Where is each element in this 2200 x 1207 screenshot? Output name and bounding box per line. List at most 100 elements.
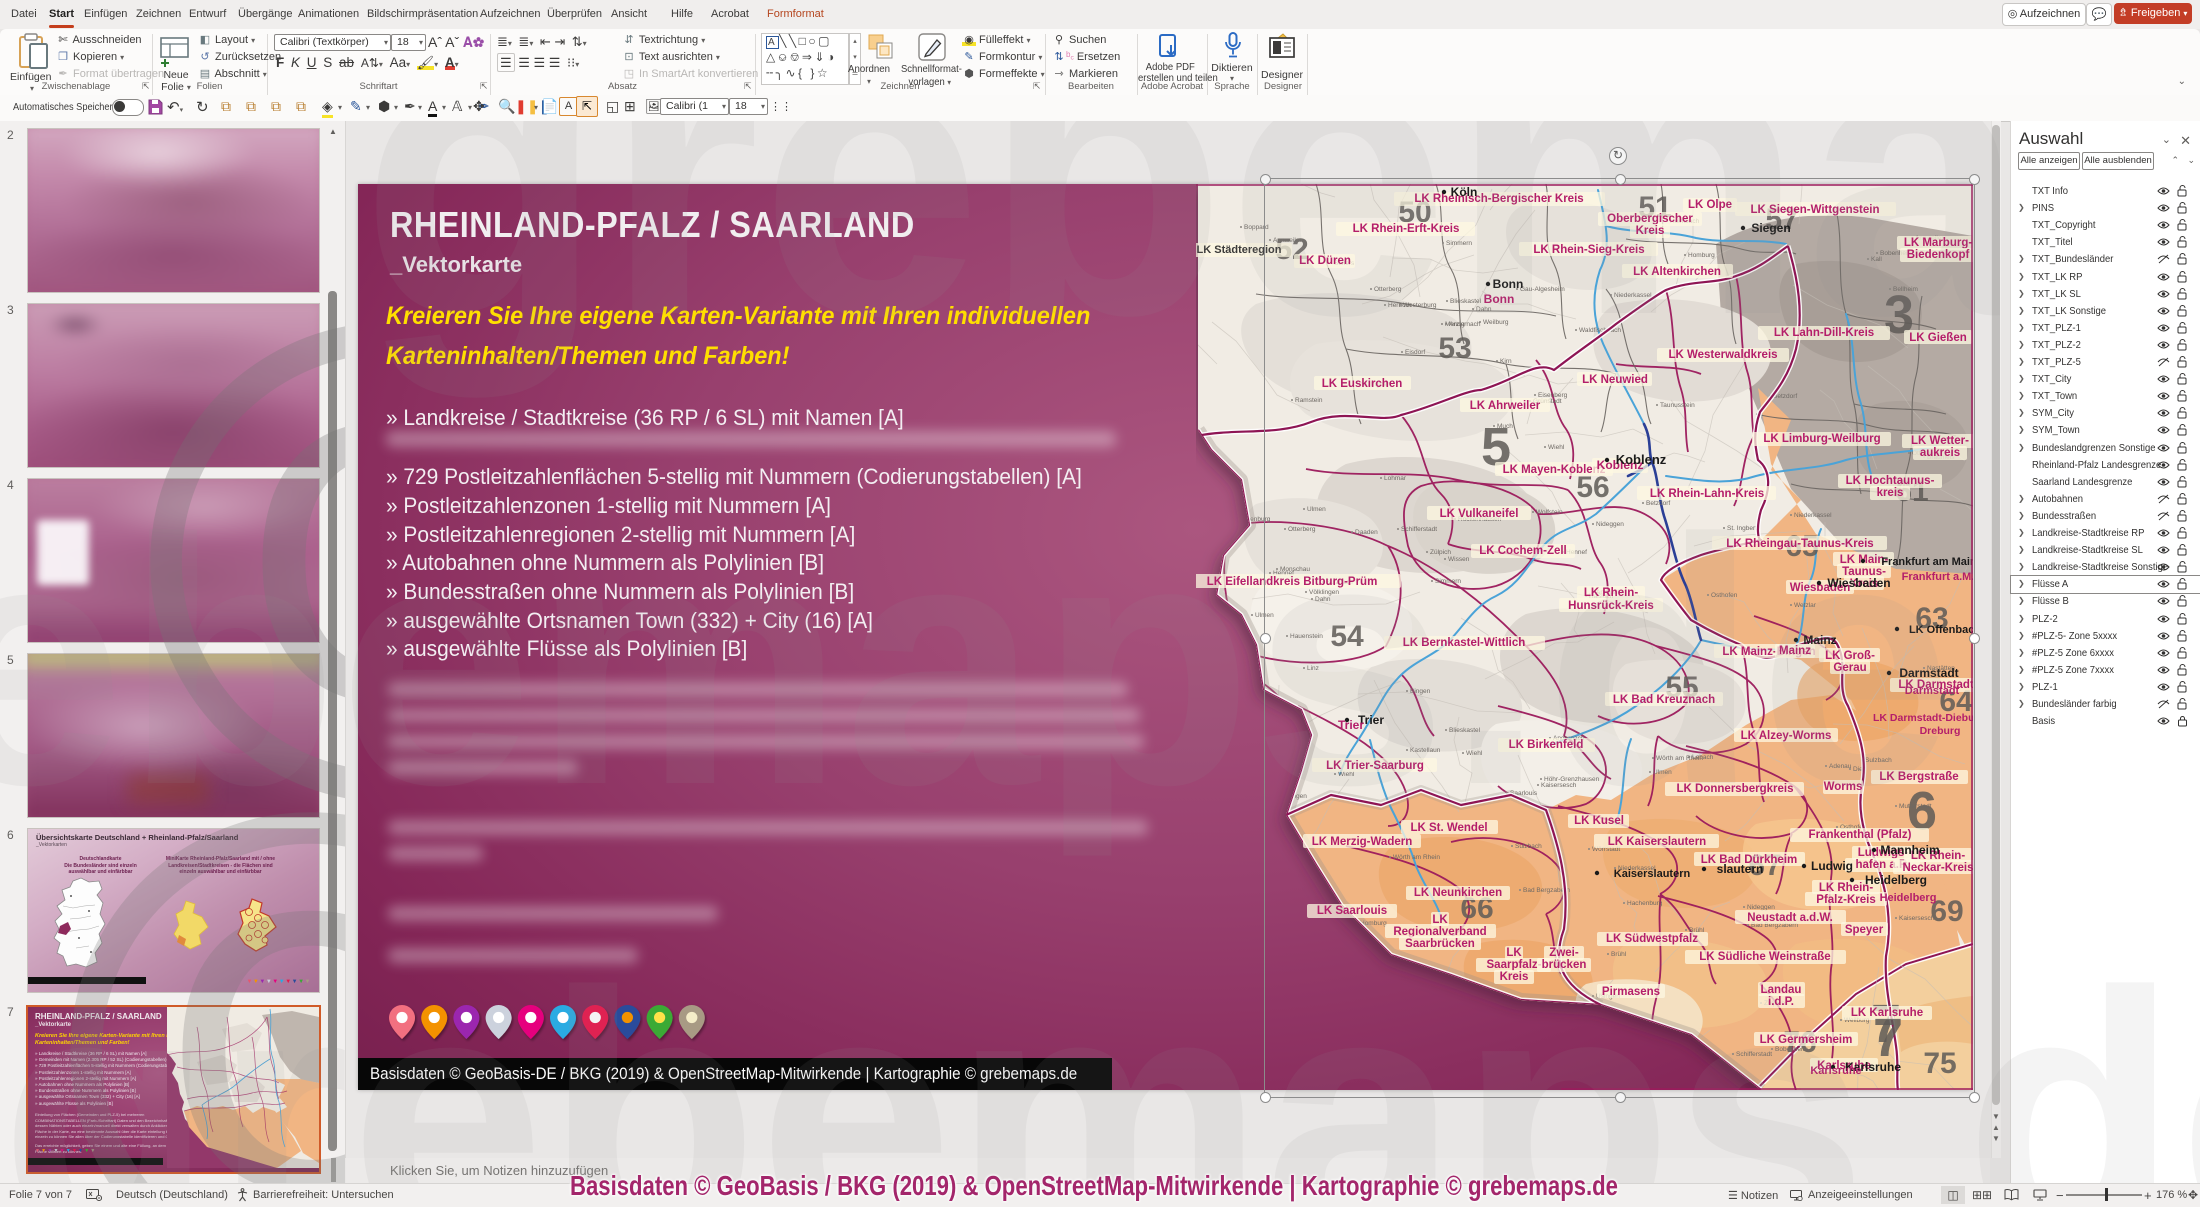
svg-text:LK Kusel: LK Kusel xyxy=(1574,815,1624,827)
svg-text:Weilburg: Weilburg xyxy=(1483,319,1509,326)
svg-text:Dahn: Dahn xyxy=(1315,596,1331,603)
svg-text:Linz: Linz xyxy=(1307,665,1319,672)
svg-text:Worms: Worms xyxy=(1824,781,1863,793)
svg-text:Speyer: Speyer xyxy=(1845,924,1884,936)
svg-text:Weilburg: Weilburg xyxy=(1628,1063,1654,1070)
svg-text:Kall: Kall xyxy=(1871,256,1882,263)
svg-text:LK Darmstadt-Dieburg: LK Darmstadt-Dieburg xyxy=(1873,712,1973,724)
svg-text:Trier: Trier xyxy=(1338,718,1364,732)
svg-text:Saarpfalz-: Saarpfalz- xyxy=(1487,959,1542,971)
svg-text:Niederkassel: Niederkassel xyxy=(1614,292,1652,299)
svg-text:Zülpich: Zülpich xyxy=(1430,549,1451,556)
svg-text:LK Vulkaneifel: LK Vulkaneifel xyxy=(1440,508,1519,520)
svg-text:Ramstein: Ramstein xyxy=(1295,397,1323,404)
svg-text:LK Limburg-Weilburg: LK Limburg-Weilburg xyxy=(1763,433,1880,445)
svg-text:Pirmasens: Pirmasens xyxy=(1602,986,1660,998)
svg-text:Brühl: Brühl xyxy=(1611,951,1627,958)
svg-text:Braunfels: Braunfels xyxy=(1215,955,1243,962)
svg-text:kreis: kreis xyxy=(1877,487,1904,499)
svg-text:LK Bergstraße: LK Bergstraße xyxy=(1879,771,1958,783)
svg-text:LK Rhein-Lahn-Kreis: LK Rhein-Lahn-Kreis xyxy=(1650,488,1764,500)
svg-text:Dreburg: Dreburg xyxy=(1920,725,1961,737)
svg-text:Wörth am Rhein: Wörth am Rhein xyxy=(1393,854,1440,861)
svg-text:75: 75 xyxy=(1923,1047,1956,1080)
svg-text:Edenkoben: Edenkoben xyxy=(1257,914,1290,921)
svg-text:LK Städteregion: LK Städteregion xyxy=(1197,244,1282,256)
svg-text:Wörth am Rhein: Wörth am Rhein xyxy=(1656,755,1703,762)
svg-text:Blieskastel: Blieskastel xyxy=(1449,727,1481,734)
svg-text:Dahn: Dahn xyxy=(1476,306,1492,313)
svg-text:LK Merzig-Wadern: LK Merzig-Wadern xyxy=(1312,836,1413,848)
svg-text:Bonn: Bonn xyxy=(1484,292,1515,306)
svg-text:Oberbergischer: Oberbergischer xyxy=(1607,213,1693,225)
svg-text:Merzig: Merzig xyxy=(1445,321,1465,328)
svg-text:LK: LK xyxy=(1506,947,1522,959)
svg-text:Eisenberg: Eisenberg xyxy=(1538,392,1568,399)
svg-text:Heidelberg: Heidelberg xyxy=(1865,873,1927,887)
svg-text:Kaisersesch: Kaisersesch xyxy=(1541,782,1577,789)
svg-text:LK Bad Kreuznach: LK Bad Kreuznach xyxy=(1613,694,1715,706)
svg-text:aukreis: aukreis xyxy=(1920,447,1960,459)
svg-text:Bonn: Bonn xyxy=(1493,277,1524,291)
svg-text:LK Trier-Saarburg: LK Trier-Saarburg xyxy=(1326,760,1424,772)
svg-text:7: 7 xyxy=(1873,1008,1903,1068)
svg-text:Koblenz: Koblenz xyxy=(1616,452,1667,467)
svg-text:Otterberg: Otterberg xyxy=(1374,286,1402,293)
svg-text:Sulzbach: Sulzbach xyxy=(1865,757,1892,764)
svg-text:Kreis: Kreis xyxy=(1500,971,1529,983)
svg-text:Zwei-: Zwei- xyxy=(1549,947,1579,959)
svg-text:Betzdorf: Betzdorf xyxy=(1646,500,1670,507)
svg-text:Blieskastel: Blieskastel xyxy=(1450,298,1482,305)
svg-text:Darmstadt: Darmstadt xyxy=(1899,666,1958,680)
svg-text:Hachenburg: Hachenburg xyxy=(1627,900,1663,907)
svg-text:LK Euskirchen: LK Euskirchen xyxy=(1322,378,1403,390)
svg-text:Frankfurt am Main: Frankfurt am Main xyxy=(1881,556,1973,568)
svg-text:Wiehl: Wiehl xyxy=(1548,444,1565,451)
svg-text:Schifferstadt: Schifferstadt xyxy=(1736,1051,1772,1058)
svg-text:LK Germersheim: LK Germersheim xyxy=(1760,1034,1853,1046)
svg-text:LK St. Wendel: LK St. Wendel xyxy=(1410,822,1487,834)
svg-text:Lohmar: Lohmar xyxy=(1384,475,1407,482)
svg-text:54: 54 xyxy=(1330,620,1364,653)
svg-text:Biedenkopf: Biedenkopf xyxy=(1907,249,1970,261)
svg-text:Kaisersesch: Kaisersesch xyxy=(1899,915,1935,922)
svg-text:Frankfurt a.M.: Frankfurt a.M. xyxy=(1902,571,1973,583)
svg-text:Rülzheim: Rülzheim xyxy=(1281,742,1308,749)
svg-text:Simmern: Simmern xyxy=(1435,578,1461,585)
svg-text:LK Südwestpfalz: LK Südwestpfalz xyxy=(1606,933,1698,945)
svg-text:Hennef: Hennef xyxy=(1330,994,1351,1001)
svg-text:Wissen: Wissen xyxy=(1227,920,1249,927)
svg-text:Neustadt a.d.W.: Neustadt a.d.W. xyxy=(1747,912,1833,924)
svg-text:LK Marburg-: LK Marburg- xyxy=(1904,237,1973,249)
svg-text:Kandel: Kandel xyxy=(1242,879,1263,886)
svg-text:Gau-Algesheim: Gau-Algesheim xyxy=(1520,286,1565,293)
svg-text:Otterberg: Otterberg xyxy=(1288,526,1316,533)
svg-text:LK Rheinisch-Bergischer Kreis: LK Rheinisch-Bergischer Kreis xyxy=(1414,193,1583,205)
svg-text:LK Olpe: LK Olpe xyxy=(1688,199,1732,211)
svg-text:Saarbrücken: Saarbrücken xyxy=(1405,938,1475,950)
svg-text:Wiesbaden: Wiesbaden xyxy=(1827,576,1890,590)
svg-text:Mutterstadt: Mutterstadt xyxy=(1899,803,1932,810)
svg-text:Ulmen: Ulmen xyxy=(1653,769,1672,776)
svg-text:Wadern: Wadern xyxy=(1313,1040,1336,1047)
svg-text:Ulmen: Ulmen xyxy=(1255,612,1274,619)
svg-text:Kaiserslautern: Kaiserslautern xyxy=(1614,868,1691,880)
svg-text:LK Bernkastel-Wittlich: LK Bernkastel-Wittlich xyxy=(1403,637,1526,649)
svg-text:Wiehl: Wiehl xyxy=(1466,750,1483,757)
svg-text:Wiehl: Wiehl xyxy=(1338,771,1355,778)
svg-text:Schifferstadt: Schifferstadt xyxy=(1401,526,1437,533)
svg-text:Simmern: Simmern xyxy=(1446,240,1472,247)
svg-text:LK Offenbach: LK Offenbach xyxy=(1909,624,1973,636)
svg-text:LK Rhein-Sieg-Kreis: LK Rhein-Sieg-Kreis xyxy=(1533,244,1644,256)
svg-text:Hunsrück-Kreis: Hunsrück-Kreis xyxy=(1568,600,1654,612)
svg-text:Frankenthal (Pfalz): Frankenthal (Pfalz) xyxy=(1809,829,1912,841)
svg-text:Osthofen: Osthofen xyxy=(1711,592,1738,599)
svg-text:Bellheim: Bellheim xyxy=(1893,286,1918,293)
svg-text:LK Neuwied: LK Neuwied xyxy=(1582,374,1648,386)
svg-text:Boppard: Boppard xyxy=(1244,224,1269,231)
svg-text:Much: Much xyxy=(1497,423,1513,430)
svg-text:Sulzbach: Sulzbach xyxy=(1515,843,1542,850)
svg-text:LK Birkenfeld: LK Birkenfeld xyxy=(1509,739,1584,751)
svg-text:LK Rheingau-Taunus-Kreis: LK Rheingau-Taunus-Kreis xyxy=(1726,538,1873,550)
svg-text:Westerburg: Westerburg xyxy=(1403,302,1437,309)
